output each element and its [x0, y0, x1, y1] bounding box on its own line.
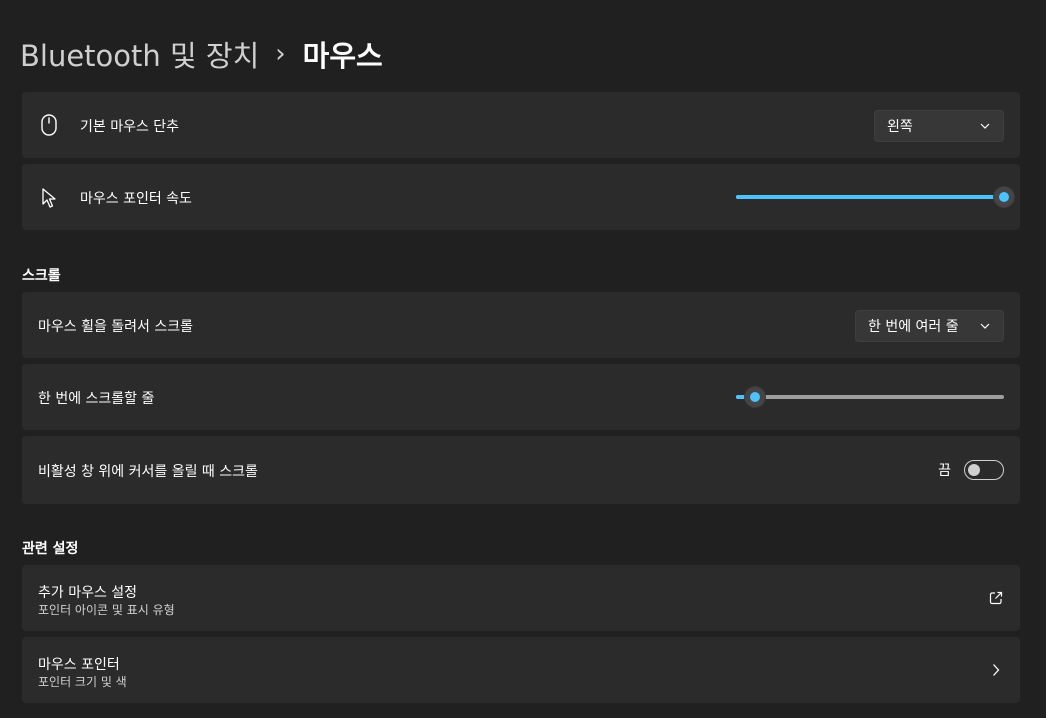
inactive-scroll-toggle-group: 끔	[938, 459, 1004, 481]
toggle-knob	[968, 464, 980, 476]
scroll-lines-slider[interactable]	[736, 385, 1004, 409]
wheel-scroll-label: 마우스 휠을 돌려서 스크롤	[38, 319, 194, 335]
primary-button-card: 기본 마우스 단추 왼쪽	[22, 92, 1020, 158]
mouse-icon	[38, 114, 60, 136]
slider-thumb[interactable]	[745, 387, 765, 407]
related-item-title: 마우스 포인터	[38, 657, 120, 673]
related-item-title: 추가 마우스 설정	[38, 585, 138, 601]
inactive-scroll-card: 비활성 창 위에 커서를 올릴 때 스크롤 끔	[22, 436, 1020, 504]
wheel-scroll-value: 한 번에 여러 줄	[868, 319, 959, 335]
wheel-scroll-card: 마우스 휠을 돌려서 스크롤 한 번에 여러 줄	[22, 292, 1020, 358]
primary-button-value: 왼쪽	[887, 119, 913, 135]
open-external-icon	[988, 590, 1004, 606]
breadcrumb-separator-icon: ›	[275, 39, 286, 69]
pointer-icon	[38, 187, 60, 209]
related-item-subtitle: 포인터 크기 및 색	[38, 675, 127, 689]
primary-button-dropdown[interactable]: 왼쪽	[874, 110, 1004, 142]
inactive-scroll-toggle[interactable]	[964, 460, 1004, 480]
pointer-speed-label: 마우스 포인터 속도	[80, 191, 192, 207]
primary-button-label: 기본 마우스 단추	[80, 119, 180, 135]
chevron-down-icon	[979, 320, 991, 332]
related-section-title: 관련 설정	[22, 541, 79, 557]
page-title: 마우스	[302, 39, 383, 73]
breadcrumb-parent-link[interactable]: Bluetooth 및 장치	[20, 33, 259, 75]
scroll-section-title: 스크롤	[22, 268, 61, 284]
toggle-state-label: 끔	[938, 463, 951, 479]
related-item-mouse-pointer[interactable]: 마우스 포인터 포인터 크기 및 색	[22, 637, 1020, 703]
pointer-speed-card: 마우스 포인터 속도	[22, 164, 1020, 230]
pointer-speed-slider[interactable]	[736, 185, 1014, 209]
related-item-additional-mouse[interactable]: 추가 마우스 설정 포인터 아이콘 및 표시 유형	[22, 565, 1020, 631]
wheel-scroll-dropdown[interactable]: 한 번에 여러 줄	[855, 310, 1004, 342]
breadcrumb: Bluetooth 및 장치 › 마우스	[20, 34, 383, 74]
scroll-lines-label: 한 번에 스크롤할 줄	[38, 391, 155, 407]
scroll-lines-card: 한 번에 스크롤할 줄	[22, 364, 1020, 430]
slider-fill	[736, 195, 1004, 199]
slider-track	[736, 395, 1004, 399]
slider-thumb[interactable]	[994, 187, 1014, 207]
chevron-right-icon	[988, 662, 1004, 678]
inactive-scroll-label: 비활성 창 위에 커서를 올릴 때 스크롤	[38, 464, 258, 480]
chevron-down-icon	[979, 120, 991, 132]
related-item-subtitle: 포인터 아이콘 및 표시 유형	[38, 603, 175, 617]
